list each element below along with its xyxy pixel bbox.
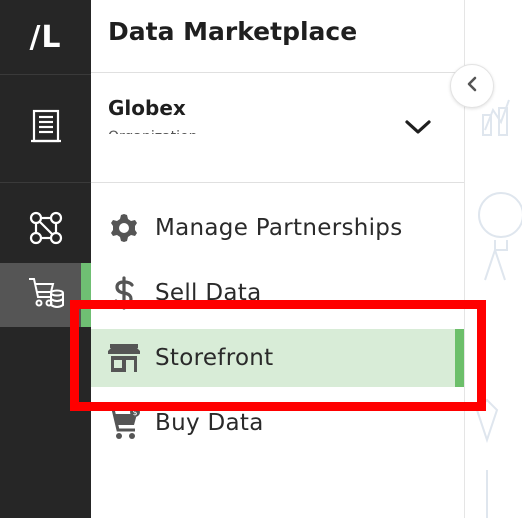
active-indicator [455,329,464,387]
menu-item-label: Buy Data [155,410,264,436]
divider [91,182,464,183]
menu-item-label: Storefront [155,345,274,371]
menu-item-label: Manage Partnerships [155,215,403,241]
page-title: Data Marketplace [108,17,358,46]
svg-text:$: $ [132,408,137,417]
building-icon [29,108,63,148]
rail-item-buildings[interactable] [0,96,91,160]
icon-rail: /L [0,0,91,518]
rail-item-partnerships[interactable] [0,198,91,262]
divider [91,72,464,73]
sidebar-panel: Data Marketplace Globex Organization Man… [91,0,465,518]
chevron-left-icon [465,75,479,97]
chevron-down-icon [404,118,432,140]
menu-item-label: Sell Data [155,280,262,306]
active-indicator [81,263,91,327]
rail-divider [0,74,91,75]
gear-icon [105,209,143,247]
dollar-icon [105,274,143,312]
rail-item-data-marketplace[interactable] [0,263,91,327]
organization-subtitle: Organization [108,124,308,134]
organization-dropdown-button[interactable] [401,112,435,146]
menu-item-sell-data[interactable]: Sell Data [91,264,464,322]
app-logo[interactable]: /L [0,0,91,74]
cart-icon: $ [105,404,143,442]
network-nodes-icon [28,210,64,250]
collapse-sidebar-button[interactable] [450,64,494,108]
menu-item-manage-partnerships[interactable]: Manage Partnerships [91,199,464,257]
menu-item-buy-data[interactable]: $ Buy Data [91,394,464,452]
storefront-icon [105,339,143,377]
cart-database-icon [27,275,65,315]
organization-name[interactable]: Globex [108,96,186,120]
rail-divider [0,182,91,183]
menu-item-storefront[interactable]: Storefront [91,329,464,387]
